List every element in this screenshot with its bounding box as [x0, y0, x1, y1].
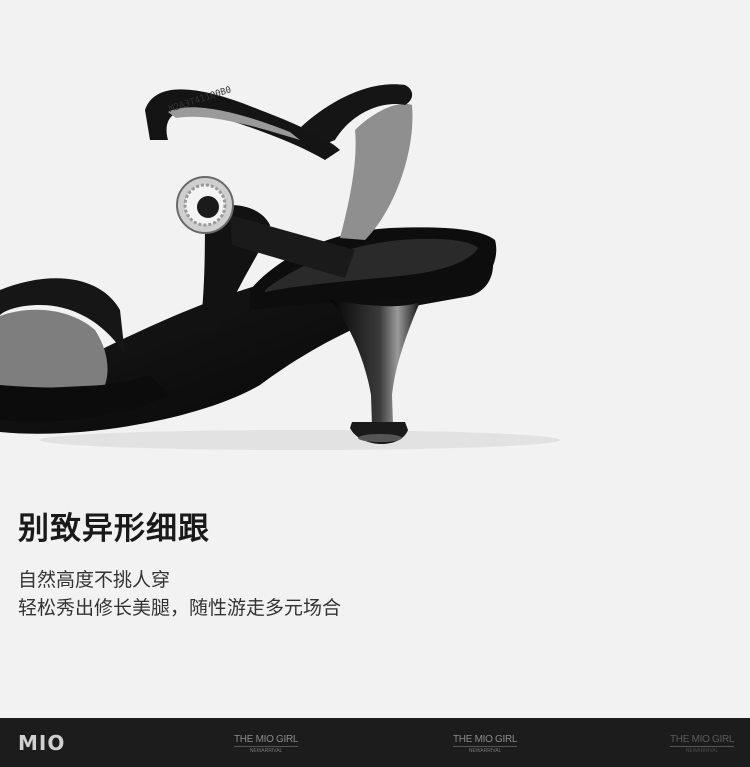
- footer-tag: THE MIO GIRL NEWARRIVAL: [453, 734, 517, 754]
- footer-tag-title: THE MIO GIRL: [670, 734, 735, 745]
- footer-bar: MIO THE MIO GIRL NEWARRIVAL THE MIO GIRL…: [0, 718, 750, 767]
- footer-tag: THE MIO GIRL NEWARRIVAL: [670, 734, 734, 754]
- floor-shadow: [40, 430, 560, 450]
- headline: 别致异形细跟: [18, 511, 210, 547]
- footer-tag-title: THE MIO GIRL: [453, 734, 518, 745]
- description-line-2: 轻松秀出修长美腿，随性游走多元场合: [18, 597, 342, 619]
- footer-tag: THE MIO GIRL NEWARRIVAL: [234, 734, 298, 754]
- sandal-photo: M2A3T41100B0: [0, 84, 560, 450]
- description-line-1: 自然高度不挑人穿: [18, 569, 171, 591]
- front-strap-inner: [0, 309, 108, 390]
- footer-tag-title: THE MIO GIRL: [234, 734, 299, 745]
- kitten-heel: [330, 300, 420, 425]
- heel-tip-highlight: [358, 434, 402, 442]
- footer-tag-subtitle: NEWARRIVAL: [670, 746, 735, 754]
- crystal-buckle-icon: [176, 176, 234, 234]
- heel-lining-back: [340, 103, 413, 240]
- mio-logo: MIO: [18, 731, 66, 755]
- footer-tag-subtitle: NEWARRIVAL: [453, 746, 518, 754]
- footer-tag-subtitle: NEWARRIVAL: [234, 746, 299, 754]
